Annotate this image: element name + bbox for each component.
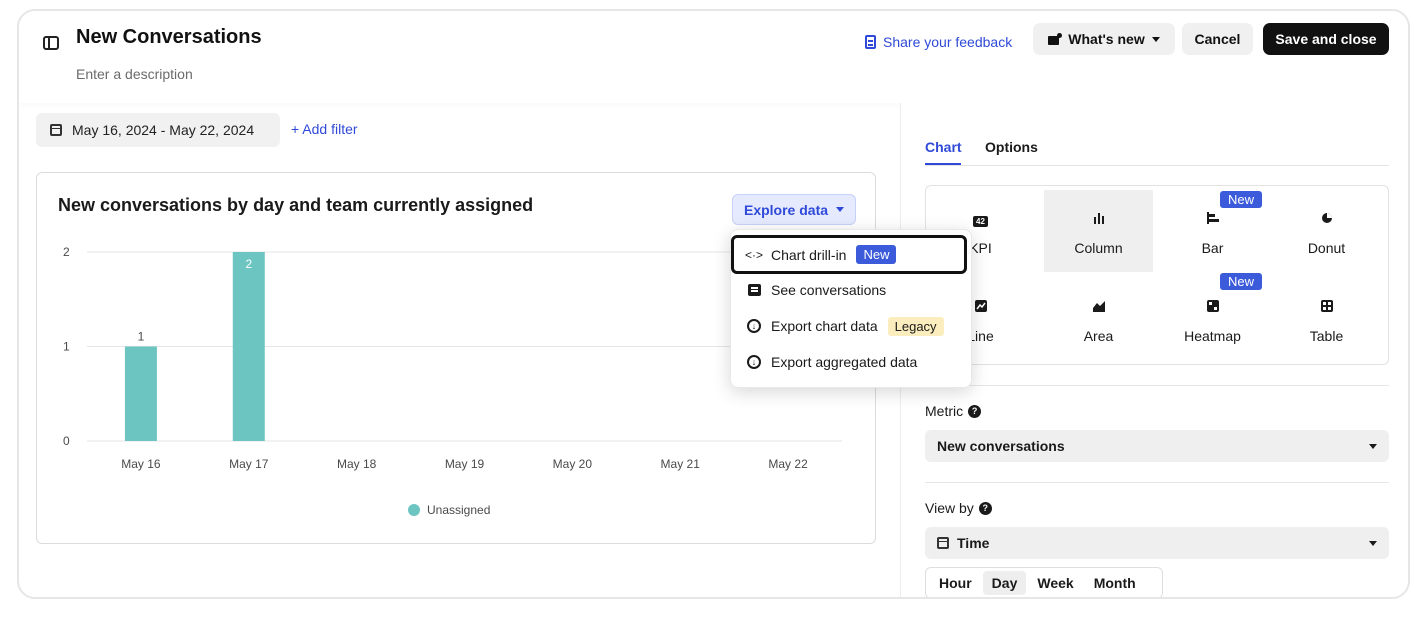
whats-new-button[interactable]: What's new	[1033, 23, 1175, 55]
chart-type-label: Donut	[1307, 240, 1346, 256]
add-filter-button[interactable]: + Add filter	[291, 121, 358, 137]
x-tick-label: May 20	[553, 457, 593, 471]
metric-select[interactable]: New conversations	[925, 430, 1389, 462]
granularity-hour[interactable]: Hour	[930, 571, 981, 595]
divider	[925, 482, 1389, 483]
chart-type-label: Bar	[1201, 240, 1224, 256]
menu-item-export-aggregated-data[interactable]: ↓ Export aggregated data	[731, 344, 971, 380]
chart-type-donut[interactable]: Donut	[1272, 190, 1381, 272]
x-tick-label: May 21	[661, 457, 701, 471]
y-tick-label: 1	[63, 340, 70, 354]
bar-value-label: 2	[245, 257, 252, 271]
tab-divider	[925, 165, 1389, 166]
chart-type-label: Heatmap	[1184, 328, 1241, 344]
x-tick-label: May 22	[768, 457, 808, 471]
view-by-label: View by ?	[925, 500, 992, 516]
new-badge: New	[1220, 273, 1263, 290]
kpi-icon: 42	[926, 212, 1035, 227]
divider	[925, 385, 1389, 386]
report-title[interactable]: New Conversations	[76, 26, 262, 49]
chart-type-bar[interactable]: New Bar	[1158, 190, 1267, 272]
menu-item-see-conversations[interactable]: See conversations	[731, 272, 971, 308]
heatmap-icon	[1158, 300, 1267, 315]
menu-item-label: See conversations	[771, 282, 887, 298]
y-tick-label: 0	[63, 434, 70, 448]
y-tick-label: 2	[63, 245, 70, 259]
tab-options[interactable]: Options	[985, 139, 1038, 155]
active-tab-indicator	[925, 163, 961, 165]
date-range-label: May 16, 2024 - May 22, 2024	[72, 122, 255, 138]
granularity-day[interactable]: Day	[982, 571, 1027, 595]
tab-chart[interactable]: Chart	[925, 139, 962, 155]
x-tick-label: May 16	[121, 457, 161, 471]
chevron-down-icon	[1369, 443, 1377, 449]
chart-type-label: Area	[1083, 328, 1114, 344]
menu-item-label: Export aggregated data	[771, 354, 918, 370]
donut-icon	[1272, 212, 1381, 227]
chart-settings-panel: Chart Options 42 KPI Column New Bar Donu…	[900, 103, 1408, 597]
menu-item-chart-drill-in[interactable]: <·> Chart drill-in New	[731, 235, 967, 274]
bar-icon	[1158, 212, 1267, 227]
legend-label[interactable]: Unassigned	[427, 503, 490, 517]
granularity-week[interactable]: Week	[1028, 571, 1082, 595]
area-icon	[1044, 300, 1153, 315]
feedback-label: Share your feedback	[883, 34, 1013, 50]
x-tick-label: May 19	[445, 457, 485, 471]
save-and-close-button[interactable]: Save and close	[1263, 23, 1389, 55]
whats-new-label: What's new	[1068, 31, 1145, 47]
editor-frame: New Conversations Enter a description Sh…	[17, 9, 1410, 599]
feedback-link[interactable]: Share your feedback	[865, 30, 1012, 54]
x-tick-label: May 18	[337, 457, 377, 471]
help-icon[interactable]: ?	[978, 501, 992, 515]
code-arrows-icon: <·>	[745, 247, 764, 262]
column-icon	[1044, 212, 1153, 227]
granularity-selector: Hour Day Week Month	[925, 567, 1163, 597]
granularity-month[interactable]: Month	[1085, 571, 1145, 595]
legend-swatch	[408, 504, 420, 516]
download-circle-icon: ↓	[747, 319, 761, 333]
sidebar-toggle-icon[interactable]	[43, 36, 59, 50]
header: New Conversations Enter a description Sh…	[19, 11, 1408, 103]
megaphone-icon	[1048, 33, 1063, 45]
chart-type-column[interactable]: Column	[1044, 190, 1153, 272]
chart-type-table[interactable]: Table	[1272, 278, 1381, 360]
calendar-icon	[937, 537, 949, 549]
menu-item-export-chart-data[interactable]: ↓ Export chart data Legacy	[731, 308, 971, 344]
date-range-filter[interactable]: May 16, 2024 - May 22, 2024	[36, 113, 280, 147]
chevron-down-icon	[1151, 36, 1160, 42]
chart-type-grid: 42 KPI Column New Bar Donut Line Area Ne…	[925, 185, 1389, 365]
chart-type-label: Column	[1074, 240, 1123, 256]
view-by-value: Time	[957, 535, 990, 551]
new-badge: New	[856, 245, 897, 264]
new-badge: New	[1220, 191, 1263, 208]
chart-type-area[interactable]: Area	[1044, 278, 1153, 360]
clipboard-icon	[865, 35, 876, 49]
chat-icon	[747, 284, 761, 296]
bar-value-label: 1	[138, 330, 145, 344]
legacy-badge: Legacy	[887, 316, 944, 336]
help-icon[interactable]: ?	[968, 404, 982, 418]
metric-label: Metric ?	[925, 403, 982, 419]
view-by-select[interactable]: Time	[925, 527, 1389, 559]
table-icon	[1272, 300, 1381, 315]
calendar-icon	[50, 124, 62, 136]
metric-value: New conversations	[937, 438, 1065, 454]
chevron-down-icon	[1369, 540, 1377, 546]
chart-type-label: Table	[1309, 328, 1344, 344]
description-input[interactable]: Enter a description	[76, 66, 193, 82]
menu-item-label: Chart drill-in	[771, 246, 847, 263]
menu-item-label: Export chart data	[771, 318, 878, 334]
bar[interactable]	[124, 346, 157, 442]
x-tick-label: May 17	[229, 457, 269, 471]
chart-type-heatmap[interactable]: New Heatmap	[1158, 273, 1267, 360]
download-circle-icon: ↓	[747, 355, 761, 369]
cancel-button[interactable]: Cancel	[1182, 23, 1253, 55]
bar[interactable]	[232, 252, 265, 441]
explore-data-menu: <·> Chart drill-in New See conversations…	[730, 229, 972, 388]
